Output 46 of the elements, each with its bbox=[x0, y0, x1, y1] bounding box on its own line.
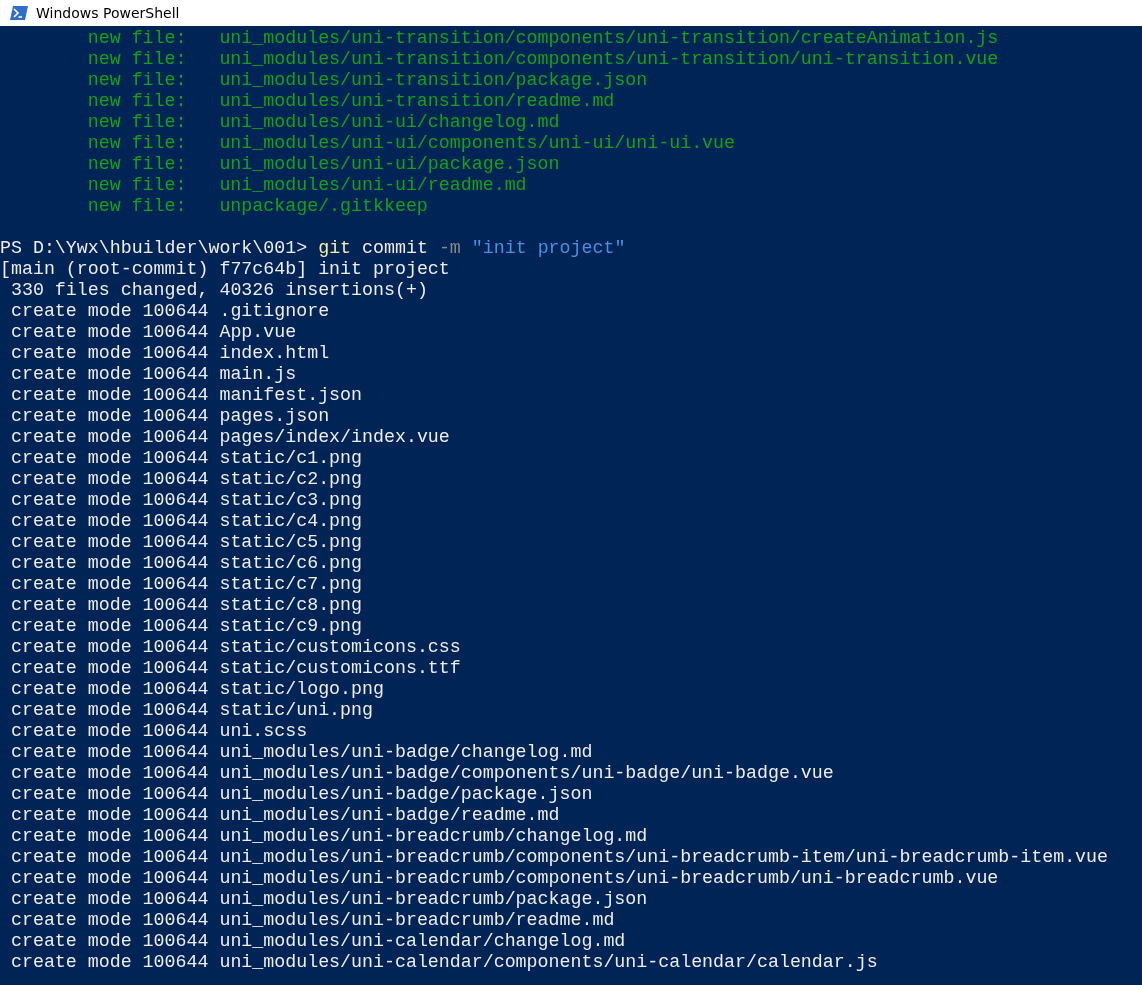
output-line: new file: uni_modules/uni-transition/components/uni-transition/uni-transition.vue bbox=[86, 49, 999, 70]
output-line: create mode 100644 static/c3.png bbox=[9, 490, 363, 511]
output-line: new file: uni_modules/uni-ui/changelog.md bbox=[86, 112, 560, 133]
output-line: [main (root-commit) f77c64b] init project bbox=[0, 259, 450, 280]
window-title: Windows PowerShell bbox=[36, 5, 180, 21]
output-line: new file: uni_modules/uni-ui/components/uni-ui/uni-ui.vue bbox=[86, 133, 735, 154]
output-line: create mode 100644 uni_modules/uni-badge/changelog.md bbox=[9, 742, 593, 763]
output-line: create mode 100644 static/uni.png bbox=[9, 700, 373, 721]
output-line: create mode 100644 uni_modules/uni-breadcrumb/package.json bbox=[9, 889, 648, 910]
output-line: 330 files changed, 40326 insertions(+) bbox=[9, 280, 428, 301]
output-line: create mode 100644 uni_modules/uni-breadcrumb/components/uni-breadcrumb/uni-breadcrumb.vue bbox=[9, 868, 999, 889]
output-line: new file: uni_modules/uni-transition/package.json bbox=[86, 70, 648, 91]
output-line: create mode 100644 index.html bbox=[9, 343, 330, 364]
output-line: create mode 100644 uni_modules/uni-calendar/components/uni-calendar/calendar.js bbox=[9, 952, 878, 973]
powershell-icon bbox=[10, 6, 28, 20]
output-line: create mode 100644 uni_modules/uni-calendar/changelog.md bbox=[9, 931, 626, 952]
output-line: create mode 100644 uni_modules/uni-breadcrumb/changelog.md bbox=[9, 826, 648, 847]
output-line: new file: uni_modules/uni-ui/package.json bbox=[86, 154, 560, 175]
output-line: create mode 100644 uni.scss bbox=[9, 721, 308, 742]
output-line: create mode 100644 pages/index/index.vue bbox=[9, 427, 450, 448]
output-line: create mode 100644 pages.json bbox=[9, 406, 330, 427]
output-line: create mode 100644 App.vue bbox=[9, 322, 297, 343]
output-line: create mode 100644 uni_modules/uni-badge/readme.md bbox=[9, 805, 560, 826]
output-line: create mode 100644 static/logo.png bbox=[9, 679, 384, 700]
output-line: create mode 100644 manifest.json bbox=[9, 385, 363, 406]
output-line: create mode 100644 static/c7.png bbox=[9, 574, 363, 595]
output-line: new file: uni_modules/uni-transition/components/uni-transition/createAnimation.js bbox=[86, 28, 999, 49]
output-line: create mode 100644 static/c8.png bbox=[9, 595, 363, 616]
output-line: create mode 100644 uni_modules/uni-badge/components/uni-badge/uni-badge.vue bbox=[9, 763, 834, 784]
output-line: create mode 100644 static/c2.png bbox=[9, 469, 363, 490]
output-line: create mode 100644 static/c6.png bbox=[9, 553, 363, 574]
output-line: create mode 100644 static/customicons.ttf bbox=[9, 658, 461, 679]
output-line: create mode 100644 static/customicons.css bbox=[9, 637, 461, 658]
output-line: create mode 100644 static/c4.png bbox=[9, 511, 363, 532]
command-line: PS D:\Ywx\hbuilder\work\001> git commit -m "init project" bbox=[0, 238, 626, 259]
output-line: new file: uni_modules/uni-transition/readme.md bbox=[86, 91, 615, 112]
output-line: new file: unpackage/.gitkkeep bbox=[86, 196, 428, 217]
output-line: new file: uni_modules/uni-ui/readme.md bbox=[86, 175, 527, 196]
output-line: create mode 100644 .gitignore bbox=[9, 301, 330, 322]
output-line: create mode 100644 static/c5.png bbox=[9, 532, 363, 553]
output-line: create mode 100644 static/c1.png bbox=[9, 448, 363, 469]
output-line: create mode 100644 uni_modules/uni-breadcrumb/readme.md bbox=[9, 910, 615, 931]
output-line: create mode 100644 static/c9.png bbox=[9, 616, 363, 637]
output-line: create mode 100644 main.js bbox=[9, 364, 297, 385]
output-line: create mode 100644 uni_modules/uni-breadcrumb/components/uni-breadcrumb-item/uni-breadcrumb-item.vue bbox=[9, 847, 1109, 868]
output-line: create mode 100644 uni_modules/uni-badge/package.json bbox=[9, 784, 593, 805]
